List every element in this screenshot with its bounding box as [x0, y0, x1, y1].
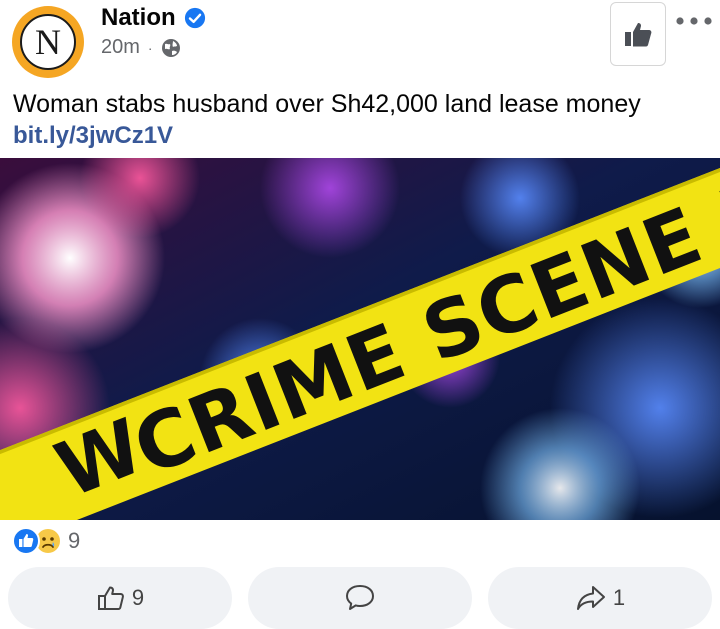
more-options-icon[interactable] — [674, 14, 714, 28]
page-name[interactable]: Nation — [101, 4, 176, 32]
page-name-row: Nation — [101, 4, 206, 32]
like-count: 9 — [131, 585, 145, 610]
logo-letter: N — [35, 22, 61, 62]
comment-button[interactable] — [248, 567, 472, 629]
share-icon — [576, 586, 605, 610]
post-meta: 20m · — [101, 36, 181, 59]
share-count: 1 — [612, 585, 626, 610]
like-page-button[interactable] — [610, 2, 666, 66]
verified-badge-icon — [184, 7, 205, 29]
post-time[interactable]: 20m — [101, 36, 140, 59]
post-image[interactable]: W CRIME SCENE DO — [0, 158, 720, 520]
share-button[interactable]: 1 — [488, 567, 712, 629]
nation-logo: N — [20, 14, 76, 70]
like-button[interactable]: 9 — [8, 567, 232, 629]
reaction-count: 9 — [68, 528, 81, 553]
meta-separator: · — [147, 39, 153, 56]
globe-icon — [161, 38, 180, 57]
post-text: Woman stabs husband over Sh42,000 land l… — [13, 90, 641, 118]
post-header: N Nation 20m · — [0, 0, 720, 86]
comment-icon — [346, 585, 374, 610]
page-avatar[interactable]: N — [12, 6, 84, 78]
reaction-summary[interactable]: 9 — [12, 527, 80, 555]
post-link[interactable]: bit.ly/3jwCz1V — [13, 122, 173, 150]
crime-scene-photo: W CRIME SCENE DO — [0, 158, 720, 520]
like-reaction-icon — [12, 527, 40, 555]
thumbs-up-outline-icon — [97, 586, 124, 610]
thumbs-up-icon — [625, 23, 652, 47]
